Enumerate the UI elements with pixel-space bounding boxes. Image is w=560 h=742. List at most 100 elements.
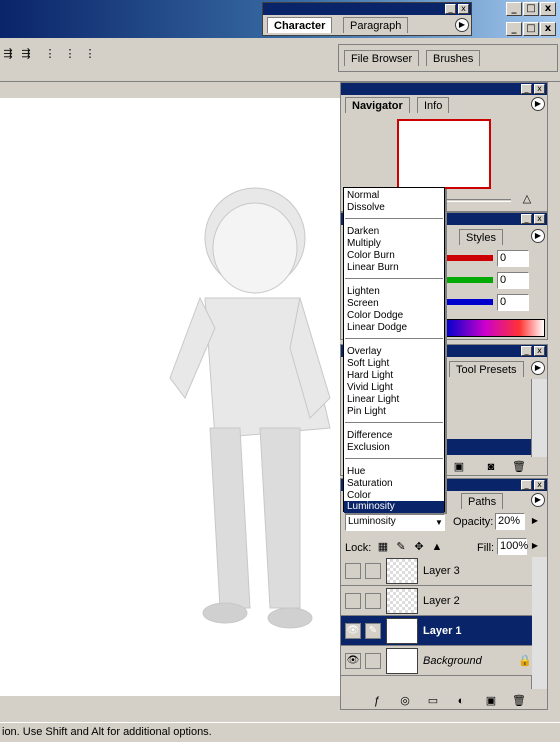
adjustment-layer-icon[interactable]: ◐	[453, 693, 469, 709]
tab-paths[interactable]: Paths	[461, 493, 504, 509]
blend-mode-option[interactable]: Dissolve	[344, 202, 444, 214]
new-group-icon[interactable]: ▭	[425, 693, 441, 709]
minimize-icon[interactable]: _	[445, 4, 456, 14]
blend-mode-option[interactable]: Screen	[344, 298, 444, 310]
color-ramp[interactable]	[445, 319, 545, 337]
layers-scrollbar[interactable]	[531, 557, 547, 689]
add-mask-icon[interactable]: ◎	[397, 693, 413, 709]
close-icon[interactable]: x	[458, 4, 469, 14]
blend-mode-option[interactable]: Exclusion	[344, 442, 444, 454]
character-panel-header[interactable]	[263, 3, 471, 15]
history-state-selected[interactable]	[445, 439, 531, 455]
blend-mode-option[interactable]: Normal	[344, 190, 444, 202]
chevron-right-icon[interactable]: ▶	[527, 513, 543, 529]
zoom-in-icon[interactable]: △	[519, 191, 535, 207]
blend-mode-option[interactable]: Color Burn	[344, 250, 444, 262]
close-icon[interactable]: x	[534, 214, 545, 224]
blend-mode-option-selected[interactable]: Luminosity	[344, 501, 444, 513]
blend-mode-option[interactable]: Difference	[344, 430, 444, 442]
eye-icon[interactable]: 👁	[345, 623, 361, 639]
blend-mode-option[interactable]: Multiply	[344, 238, 444, 250]
minimize-icon[interactable]: _	[521, 346, 532, 356]
lock-paint-icon[interactable]: ✎	[393, 539, 409, 555]
blend-mode-option[interactable]: Lighten	[344, 286, 444, 298]
blend-mode-option[interactable]: Darken	[344, 226, 444, 238]
chevron-right-icon[interactable]: ▶	[527, 538, 543, 554]
restore-icon[interactable]: □	[523, 2, 539, 16]
blend-mode-menu[interactable]: Normal Dissolve Darken Multiply Color Bu…	[343, 187, 445, 513]
opacity-field[interactable]: 20%	[495, 513, 525, 530]
blend-mode-option[interactable]: Hue	[344, 466, 444, 478]
panel-menu-icon[interactable]: ▶	[531, 493, 545, 507]
layer-row[interactable]: Layer 2	[341, 586, 532, 616]
new-layer-icon[interactable]: ▣	[483, 693, 499, 709]
blend-mode-option[interactable]: Linear Burn	[344, 262, 444, 274]
blend-mode-option[interactable]: Overlay	[344, 346, 444, 358]
blend-mode-option[interactable]: Linear Light	[344, 394, 444, 406]
panel-menu-icon[interactable]: ▶	[531, 97, 545, 111]
blend-mode-option[interactable]: Color Dodge	[344, 310, 444, 322]
camera-icon[interactable]: ◙	[483, 459, 499, 475]
tab-character[interactable]: Character	[267, 17, 333, 33]
panel-menu-icon[interactable]: ▶	[531, 229, 545, 243]
blend-mode-option[interactable]: Soft Light	[344, 358, 444, 370]
history-scrollbar[interactable]	[531, 379, 547, 457]
close-icon[interactable]: x	[540, 22, 556, 36]
green-slider[interactable]	[447, 277, 493, 283]
navigator-thumbnail[interactable]	[397, 119, 491, 189]
distribute-icon[interactable]: ⋮	[62, 46, 78, 62]
tab-paragraph[interactable]: Paragraph	[343, 17, 409, 33]
tab-styles[interactable]: Styles	[459, 229, 503, 245]
trash-icon[interactable]: 🗑	[511, 693, 527, 709]
close-icon[interactable]: x	[534, 346, 545, 356]
trash-icon[interactable]: 🗑	[511, 459, 527, 475]
green-value-field[interactable]: 0	[497, 272, 529, 289]
red-slider[interactable]	[447, 255, 493, 261]
eye-icon[interactable]: 👁	[345, 653, 361, 669]
tab-info[interactable]: Info	[417, 97, 450, 113]
tab-file-browser[interactable]: File Browser	[344, 50, 420, 66]
document-canvas[interactable]	[0, 98, 340, 696]
link-toggle[interactable]	[365, 653, 381, 669]
minimize-icon[interactable]: _	[521, 84, 532, 94]
blue-value-field[interactable]: 0	[497, 294, 529, 311]
tab-tool-presets[interactable]: Tool Presets	[449, 361, 524, 377]
brush-icon[interactable]: ✎	[365, 623, 381, 639]
align-left-icon[interactable]: ⇶	[0, 46, 16, 62]
close-icon[interactable]: x	[534, 84, 545, 94]
visibility-toggle[interactable]	[345, 563, 361, 579]
chevron-down-icon[interactable]: ▼	[431, 515, 447, 531]
distribute-icon[interactable]: ⋮	[82, 46, 98, 62]
blend-mode-option[interactable]: Hard Light	[344, 370, 444, 382]
blend-mode-option[interactable]: Linear Dodge	[344, 322, 444, 334]
minimize-icon[interactable]: _	[521, 480, 532, 490]
blend-mode-option[interactable]: Pin Light	[344, 406, 444, 418]
restore-icon[interactable]: □	[523, 22, 539, 36]
minimize-icon[interactable]: _	[506, 2, 522, 16]
red-value-field[interactable]: 0	[497, 250, 529, 267]
navigator-panel-header[interactable]	[341, 83, 547, 95]
link-toggle[interactable]	[365, 593, 381, 609]
tab-brushes[interactable]: Brushes	[426, 50, 481, 66]
lock-transparency-icon[interactable]: ▦	[375, 539, 391, 555]
close-icon[interactable]: x	[534, 480, 545, 490]
new-snapshot-icon[interactable]: ▣	[451, 459, 467, 475]
panel-menu-icon[interactable]: ▶	[455, 18, 469, 32]
blue-slider[interactable]	[447, 299, 493, 305]
layer-row[interactable]: 👁 ✎ Layer 1	[341, 616, 532, 646]
close-icon[interactable]: x	[540, 2, 556, 16]
layer-row[interactable]: Layer 3	[341, 556, 532, 586]
distribute-icon[interactable]: ⋮	[42, 46, 58, 62]
lock-all-icon[interactable]: ▲	[429, 539, 445, 555]
blend-mode-option[interactable]: Vivid Light	[344, 382, 444, 394]
blend-mode-select[interactable]: Luminosity	[345, 514, 445, 531]
lock-move-icon[interactable]: ✥	[411, 539, 427, 555]
layer-style-icon[interactable]: ƒ	[369, 693, 385, 709]
layer-row[interactable]: 👁 Background 🔒	[341, 646, 532, 676]
tab-navigator[interactable]: Navigator	[345, 97, 410, 113]
visibility-toggle[interactable]	[345, 593, 361, 609]
align-center-icon[interactable]: ⇶	[18, 46, 34, 62]
link-toggle[interactable]	[365, 563, 381, 579]
minimize-icon[interactable]: _	[506, 22, 522, 36]
blend-mode-option[interactable]: Saturation	[344, 478, 444, 490]
